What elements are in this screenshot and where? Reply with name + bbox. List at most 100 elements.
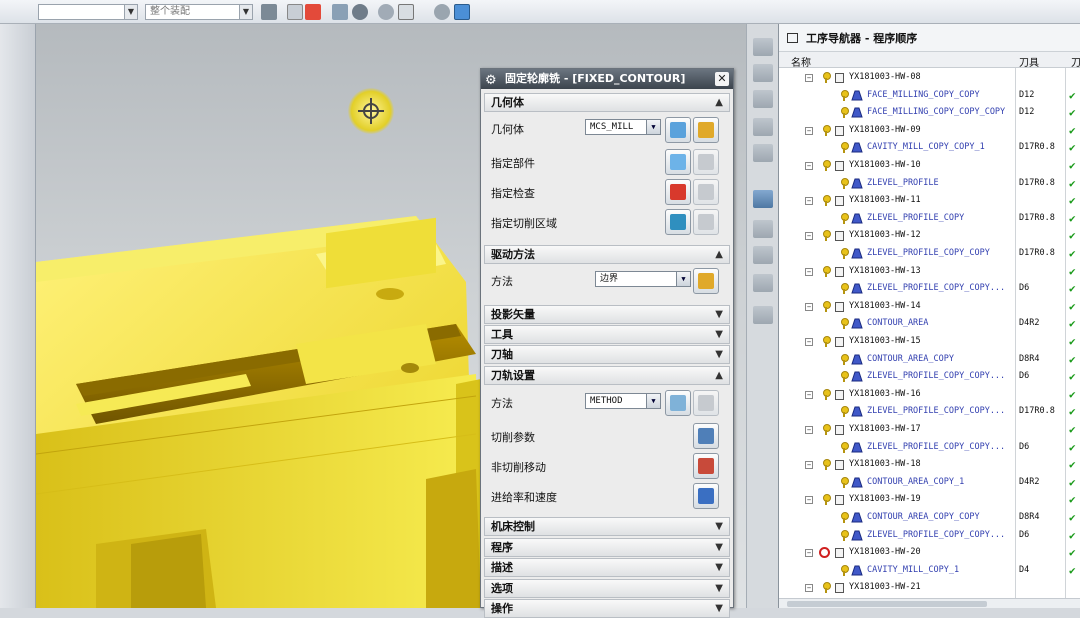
operation-row[interactable]: CONTOUR_AREA_COPY_1 D4R2 ✔ — [779, 474, 1080, 492]
assembly-navigator-icon[interactable] — [753, 38, 773, 56]
scrollbar-thumb[interactable] — [787, 601, 987, 607]
show-part-button[interactable] — [693, 149, 719, 175]
show-check-button[interactable] — [693, 179, 719, 205]
program-group-row[interactable]: − YX181003-HW-11 ✔ — [779, 192, 1080, 210]
non-cut-moves-button[interactable] — [693, 453, 719, 479]
section-actions[interactable]: 操作 ▼ — [484, 599, 730, 618]
column-extra[interactable]: 刀 — [1071, 54, 1080, 69]
collapse-icon[interactable]: − — [805, 390, 813, 399]
collapse-icon[interactable]: − — [805, 162, 813, 170]
program-group-row[interactable]: − YX181003-HW-13 ✔ — [779, 263, 1080, 281]
section-drive-method[interactable]: 驱动方法 ▲ — [484, 245, 730, 264]
section-tool[interactable]: 工具 ▼ — [484, 325, 730, 344]
point-icon[interactable] — [287, 4, 303, 20]
web-browser-icon[interactable] — [753, 220, 773, 238]
collapse-icon[interactable]: − — [805, 496, 813, 505]
program-group-row[interactable]: − YX181003-HW-20 ✔ — [779, 544, 1080, 562]
operation-row[interactable]: ZLEVEL_PROFILE D17R0.8 ✔ — [779, 175, 1080, 193]
part-navigator-icon[interactable] — [753, 64, 773, 82]
system-materials-icon[interactable] — [753, 274, 773, 292]
cube-icon[interactable] — [454, 4, 470, 20]
show-cut-area-button[interactable] — [693, 209, 719, 235]
edit-drive-method-button[interactable] — [693, 268, 719, 294]
operation-row[interactable]: ZLEVEL_PROFILE_COPY_COPY... D6 ✔ — [779, 368, 1080, 386]
edit-method-button[interactable] — [693, 390, 719, 416]
arrow-icon[interactable] — [332, 4, 348, 20]
program-group-row[interactable]: − YX181003-HW-16 ✔ — [779, 386, 1080, 404]
program-group-row[interactable]: − YX181003-HW-14 ✔ — [779, 298, 1080, 316]
edit-geometry-button[interactable] — [693, 117, 719, 143]
program-group-row[interactable]: − YX181003-HW-12 ✔ — [779, 227, 1080, 245]
feeds-speeds-button[interactable] — [693, 483, 719, 509]
crosshair-icon[interactable] — [378, 4, 394, 20]
program-group-row[interactable]: − YX181003-HW-19 ✔ — [779, 491, 1080, 509]
program-group-row[interactable]: − YX181003-HW-15 ✔ — [779, 333, 1080, 351]
reuse-library-icon[interactable] — [753, 144, 773, 162]
collapse-icon[interactable]: − — [805, 232, 813, 241]
snap-icon[interactable] — [261, 4, 277, 20]
path-method-select[interactable]: METHOD ▼ — [585, 393, 661, 409]
operation-row[interactable]: CONTOUR_AREA_COPY_COPY D8R4 ✔ — [779, 509, 1080, 527]
specify-part-button[interactable] — [665, 149, 691, 175]
new-method-button[interactable] — [665, 390, 691, 416]
collapse-icon[interactable]: − — [805, 584, 813, 593]
program-group-row[interactable]: − YX181003-HW-18 ✔ — [779, 456, 1080, 474]
operation-row[interactable]: ZLEVEL_PROFILE_COPY_COPY... D6 ✔ — [779, 280, 1080, 298]
roles-icon[interactable] — [753, 306, 773, 324]
section-geometry[interactable]: 几何体 ▲ — [484, 93, 730, 112]
program-group-row[interactable]: − YX181003-HW-09 ✔ — [779, 122, 1080, 140]
collapse-icon[interactable]: − — [805, 126, 813, 135]
section-tool-axis[interactable]: 刀轴 ▼ — [484, 345, 730, 364]
collapse-icon[interactable]: − — [805, 267, 813, 276]
section-machine-control[interactable]: 机床控制 ▼ — [484, 517, 730, 536]
operation-row[interactable]: ZLEVEL_PROFILE_COPY_COPY... D6 ✔ — [779, 439, 1080, 457]
collapse-icon[interactable]: − — [805, 461, 813, 470]
machine-navigator-icon[interactable] — [753, 118, 773, 136]
new-geometry-button[interactable] — [665, 117, 691, 143]
operation-navigator-icon[interactable] — [753, 90, 773, 108]
operation-row[interactable]: FACE_MILLING_COPY_COPY_COPY D12 ✔ — [779, 104, 1080, 122]
operation-row[interactable]: ZLEVEL_PROFILE_COPY_COPY D17R0.8 ✔ — [779, 245, 1080, 263]
undo-icon[interactable] — [352, 4, 368, 20]
specify-cut-area-button[interactable] — [665, 209, 691, 235]
operation-row[interactable]: ZLEVEL_PROFILE_COPY_COPY... D6 ✔ — [779, 527, 1080, 545]
column-tool[interactable]: 刀具 — [1019, 54, 1039, 69]
operation-row[interactable]: CAVITY_MILL_COPY_COPY_1 D17R0.8 ✔ — [779, 139, 1080, 157]
program-group-row[interactable]: − YX181003-HW-10 ✔ — [779, 157, 1080, 175]
point-snap-icon[interactable] — [305, 4, 321, 20]
collapse-icon[interactable]: − — [805, 338, 813, 346]
collapse-icon[interactable]: − — [805, 302, 813, 311]
operation-row[interactable]: CAVITY_MILL_COPY_1 D4 ✔ — [779, 562, 1080, 580]
horizontal-scrollbar[interactable] — [779, 598, 1080, 608]
specify-check-button[interactable] — [665, 179, 691, 205]
feature-navigator-icon[interactable] — [753, 190, 773, 208]
gear-icon[interactable]: ⚙ — [485, 71, 497, 91]
operation-row[interactable]: CONTOUR_AREA D4R2 ✔ — [779, 315, 1080, 333]
selection-filter-select[interactable]: ▼ — [38, 4, 138, 20]
program-group-row[interactable]: − YX181003-HW-17 ✔ — [779, 421, 1080, 439]
operation-row[interactable]: CONTOUR_AREA_COPY D8R4 ✔ — [779, 351, 1080, 369]
drive-method-select[interactable]: 边界 ▼ — [595, 271, 691, 287]
geometry-select[interactable]: MCS_MILL ▼ — [585, 119, 661, 135]
collapse-icon[interactable]: − — [805, 197, 813, 206]
collapse-icon[interactable]: − — [805, 426, 813, 434]
section-projection-vector[interactable]: 投影矢量 ▼ — [484, 305, 730, 324]
collapse-icon[interactable]: − — [805, 74, 813, 82]
operation-row[interactable]: FACE_MILLING_COPY_COPY D12 ✔ — [779, 87, 1080, 105]
section-path-settings[interactable]: 刀轨设置 ▲ — [484, 366, 730, 385]
dialog-title-bar[interactable]: ⚙ 固定轮廓铣 - [FIXED_CONTOUR] ✕ — [481, 69, 733, 89]
selection-scope-select[interactable]: 整个装配 ▼ — [145, 4, 253, 20]
program-group-row[interactable]: − YX181003-HW-21 — [779, 579, 1080, 597]
collapse-icon[interactable]: − — [805, 549, 813, 558]
section-options[interactable]: 选项 ▼ — [484, 579, 730, 598]
operation-row[interactable]: ZLEVEL_PROFILE_COPY D17R0.8 ✔ — [779, 210, 1080, 228]
view-icon[interactable] — [434, 4, 450, 20]
cut-params-button[interactable] — [693, 423, 719, 449]
column-name[interactable]: 名称 — [791, 54, 811, 69]
box-select-icon[interactable] — [398, 4, 414, 20]
operation-row[interactable]: ZLEVEL_PROFILE_COPY_COPY... D17R0.8 ✔ — [779, 403, 1080, 421]
section-description[interactable]: 描述 ▼ — [484, 558, 730, 577]
program-group-row[interactable]: − YX181003-HW-08 — [779, 69, 1080, 87]
close-icon[interactable]: ✕ — [715, 72, 729, 86]
history-icon[interactable] — [753, 246, 773, 264]
